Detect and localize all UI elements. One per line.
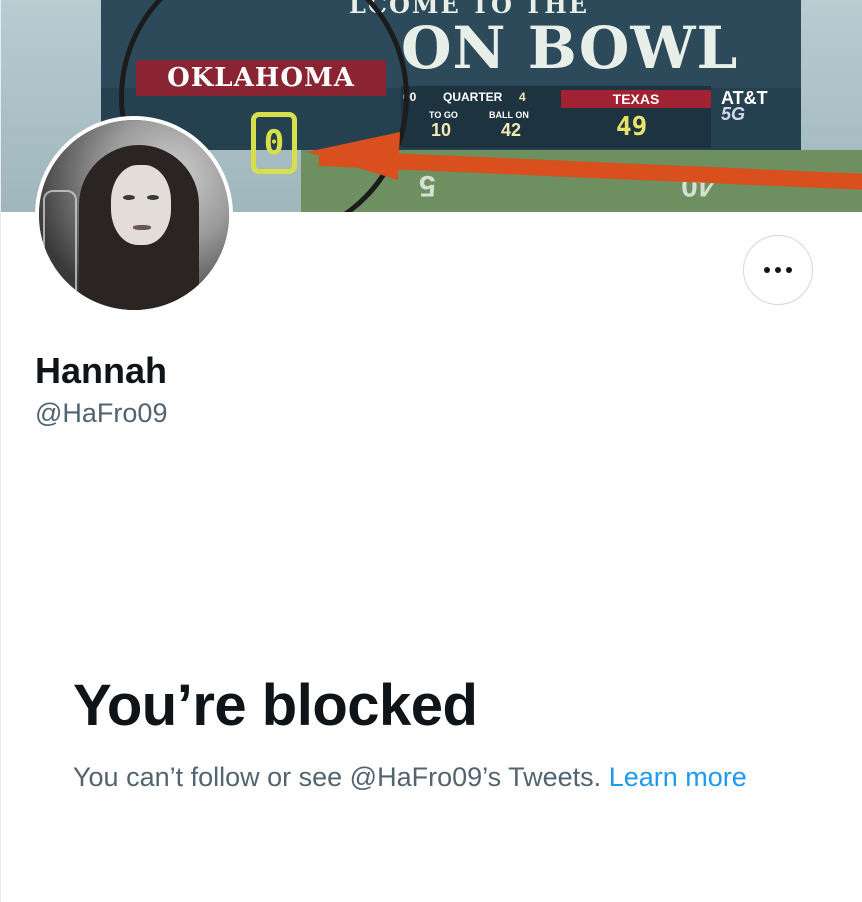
away-team-label: TEXAS: [561, 90, 711, 108]
more-horizontal-icon: [764, 267, 770, 273]
to-go-value: 10: [431, 120, 452, 140]
away-team-panel: TEXAS 49: [561, 86, 711, 148]
avatar-glass: [43, 190, 77, 304]
more-options-button[interactable]: [743, 235, 813, 305]
ball-on-label: BALL ON: [489, 110, 529, 120]
quarter-value: 4: [519, 90, 526, 104]
avatar-lips: [133, 225, 151, 230]
profile-name: Hannah: [35, 350, 168, 391]
more-horizontal-icon: [775, 267, 781, 273]
scoreboard-bowl-text: ON BOWL: [401, 14, 739, 82]
blocked-message-text: You can’t follow or see @HaFro09’s Tweet…: [73, 762, 602, 792]
avatar[interactable]: [35, 116, 233, 314]
away-score: 49: [616, 112, 648, 142]
quarter-label: QUARTER: [443, 90, 503, 104]
avatar-face: [111, 165, 171, 245]
more-horizontal-icon: [786, 267, 792, 273]
blocked-title: You’re blocked: [73, 673, 478, 738]
yard-marker: 5: [419, 169, 436, 202]
avatar-eye: [147, 195, 159, 200]
profile-page: LCOME TO THE ON BOWL OKLAHOMA 0 00 QUART…: [0, 0, 862, 902]
learn-more-link[interactable]: Learn more: [609, 762, 747, 792]
arrow-head-icon: [305, 128, 401, 180]
avatar-photo: [39, 120, 229, 310]
sponsor-sub: 5G: [721, 104, 746, 124]
profile-handle: @HaFro09: [35, 398, 168, 428]
game-info-panel: 00 QUARTER 4 TO GO BALL ON 10 42: [401, 86, 561, 148]
blocked-message: You can’t follow or see @HaFro09’s Tweet…: [73, 757, 793, 797]
ball-on-value: 42: [501, 120, 522, 140]
to-go-label: TO GO: [429, 110, 458, 120]
avatar-eye: [123, 195, 135, 200]
sponsor-logo: AT&T 5G: [721, 89, 768, 124]
